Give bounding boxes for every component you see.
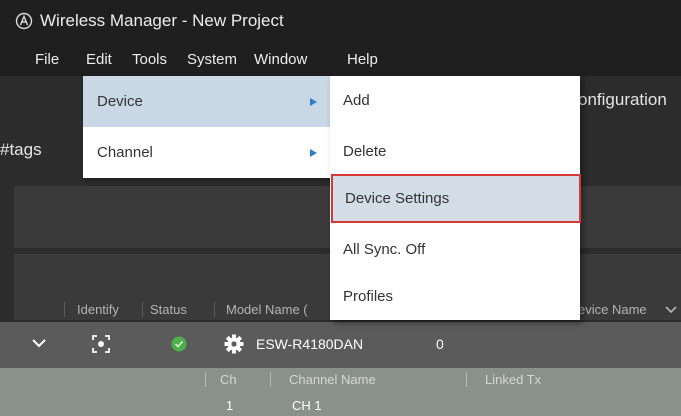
column-separator: [64, 302, 65, 317]
column-separator: [142, 302, 143, 317]
column-separator: [270, 372, 271, 387]
menu-item-channel-label: Channel: [97, 144, 153, 161]
submenu-item-add[interactable]: Add: [330, 76, 580, 125]
column-header-model-name[interactable]: Model Name (: [226, 302, 308, 317]
channel-header-name[interactable]: Channel Name: [289, 372, 376, 387]
column-header-device-name[interactable]: evice Name: [578, 302, 647, 317]
submenu-item-delete-label: Delete: [343, 143, 387, 160]
menu-item-channel[interactable]: Channel: [83, 127, 330, 178]
column-header-identify[interactable]: Identify: [77, 302, 119, 317]
configuration-label[interactable]: onfiguration: [578, 90, 667, 110]
column-separator: [214, 302, 215, 317]
submenu-item-device-settings-label: Device Settings: [345, 190, 450, 207]
app-logo-icon: [15, 12, 33, 30]
column-separator: [205, 372, 206, 387]
submenu-item-device-settings[interactable]: Device Settings: [331, 174, 581, 223]
device-row[interactable]: ESW-R4180DAN 0: [0, 322, 681, 368]
submenu-arrow-icon: [310, 98, 317, 106]
column-separator: [466, 372, 467, 387]
submenu-item-all-sync-off[interactable]: All Sync. Off: [330, 225, 580, 274]
device-value: 0: [436, 336, 444, 352]
channel-header-ch[interactable]: Ch: [220, 372, 237, 387]
device-model-name: ESW-R4180DAN: [256, 336, 364, 352]
menu-help[interactable]: Help: [347, 51, 378, 68]
status-ok-icon: [171, 336, 187, 352]
identify-icon[interactable]: [92, 335, 110, 353]
gear-icon[interactable]: [224, 334, 244, 354]
edit-dropdown-menu: Device Channel: [83, 76, 330, 178]
tags-label[interactable]: #tags: [0, 140, 42, 160]
submenu-item-delete[interactable]: Delete: [330, 127, 580, 176]
window-title: Wireless Manager - New Project: [40, 11, 284, 30]
menu-system[interactable]: System: [187, 51, 237, 68]
title-bar: Wireless Manager - New Project: [0, 0, 681, 42]
menu-edit[interactable]: Edit: [86, 51, 112, 68]
channel-table: Ch Channel Name Linked Tx 1 CH 1: [0, 368, 681, 416]
submenu-item-profiles-label: Profiles: [343, 288, 394, 305]
submenu-item-profiles[interactable]: Profiles: [330, 272, 580, 321]
submenu-item-add-label: Add: [343, 92, 370, 109]
column-header-status[interactable]: Status: [150, 302, 187, 317]
channel-row-name: CH 1: [292, 398, 322, 413]
collapse-chevron-icon[interactable]: [31, 337, 47, 349]
menu-tools[interactable]: Tools: [132, 51, 167, 68]
menu-item-device-label: Device: [97, 93, 143, 110]
submenu-item-all-sync-off-label: All Sync. Off: [343, 241, 426, 258]
device-submenu: Add Delete Device Settings All Sync. Off…: [330, 76, 581, 321]
menu-item-device[interactable]: Device: [83, 76, 330, 127]
channel-header-linked-tx[interactable]: Linked Tx: [485, 372, 541, 387]
menu-bar: File Edit Tools System Window Help: [0, 42, 681, 76]
menu-file[interactable]: File: [35, 51, 59, 68]
channel-row-number: 1: [226, 398, 234, 413]
chevron-down-icon[interactable]: [665, 305, 677, 315]
menu-window[interactable]: Window: [254, 51, 307, 68]
submenu-arrow-icon: [310, 149, 317, 157]
